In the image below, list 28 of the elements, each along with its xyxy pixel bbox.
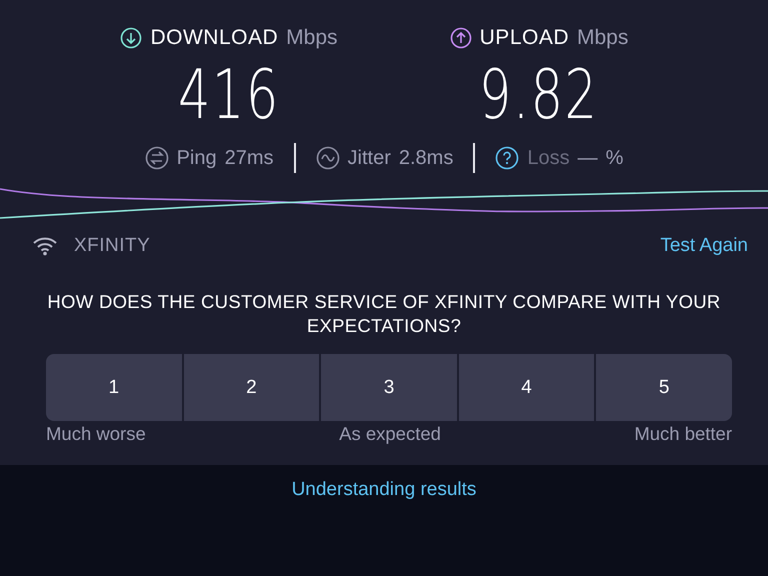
stat-label: Jitter [348,146,391,170]
help-icon [495,146,520,170]
stat-value: 2.8ms [398,146,454,170]
jitter-icon [316,146,340,170]
rating-option[interactable]: 4 [458,354,594,421]
rating-option[interactable]: 5 [596,354,732,421]
result-label: DOWNLOAD [150,26,278,50]
scale-label: As expected [339,423,441,445]
stat-label: Ping [176,146,217,170]
test-again-link[interactable]: Test Again [660,235,748,257]
unit-label: Mbps [577,26,628,50]
wifi-icon [32,236,58,256]
unit-label: Mbps [286,26,338,50]
result-label: UPLOAD [480,26,569,50]
speed-value: 9.82 [479,55,599,137]
rating-option[interactable]: 1 [46,354,182,421]
scale-label: Much worse [46,423,146,445]
scale-label: Much better [634,423,732,445]
stat-unit: % [606,146,624,170]
speed-value: 416 [178,55,280,137]
survey-question: HOW DOES THE CUSTOMER SERVICE OF XFINITY COMPARE WITH YOUR EXPECTATIONS? [46,290,722,338]
stat-label: Loss [527,146,570,170]
rating-option[interactable]: 3 [321,354,457,421]
network-name: XFINITY [74,235,150,257]
stat-value: — [578,146,598,170]
rating-option[interactable]: 2 [184,354,320,421]
ping-icon [144,146,169,170]
stat-value: 27ms [224,146,274,170]
